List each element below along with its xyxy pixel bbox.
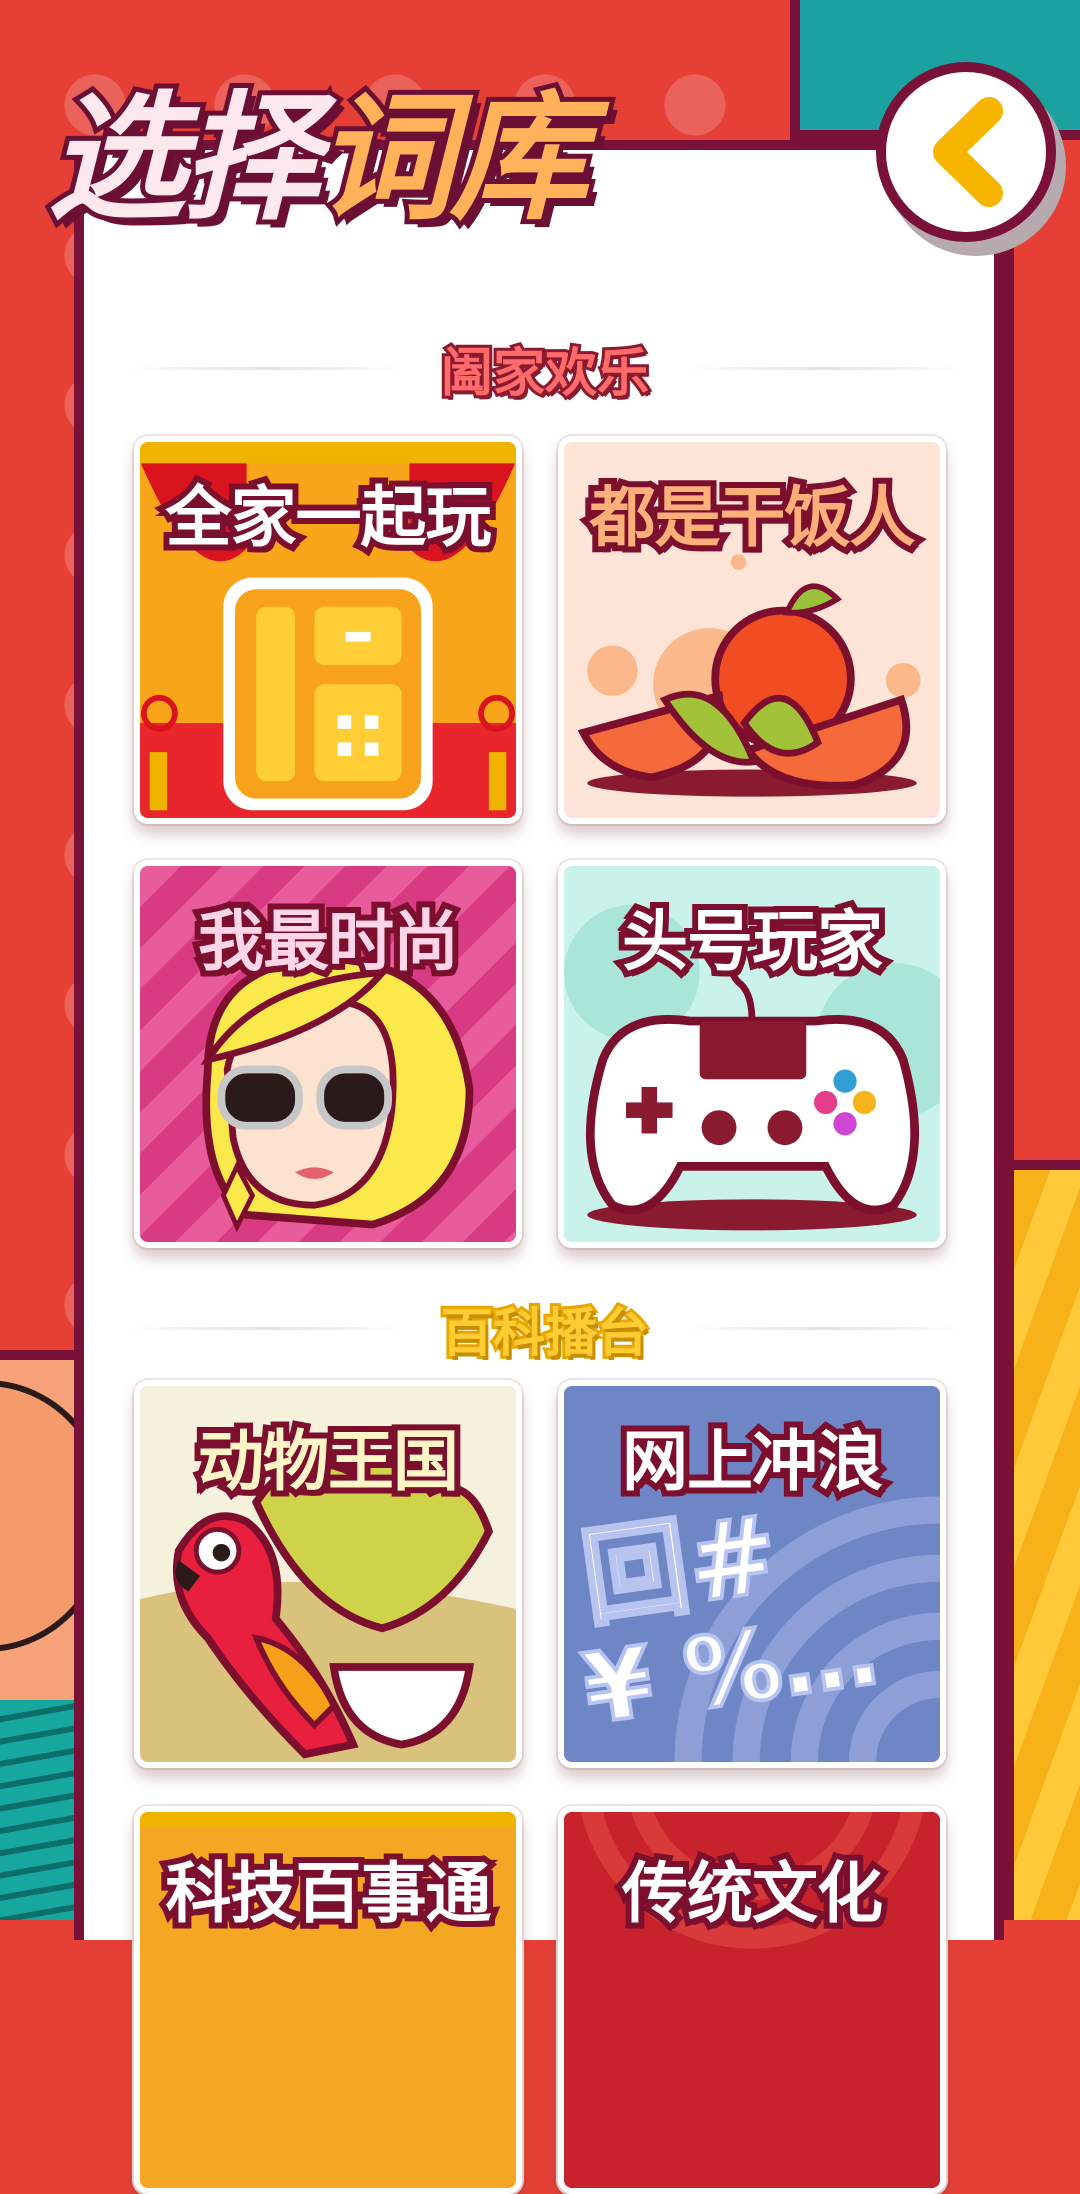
background-left-pattern	[0, 1350, 80, 1920]
card-label: 科技百事通	[160, 1849, 498, 1938]
section-heading-family: 阖家欢乐	[120, 338, 971, 407]
card-label: 都是干饭人	[584, 473, 922, 562]
card-traditional-culture[interactable]: 传统文化	[558, 1806, 946, 2194]
section-title: 阖家欢乐	[438, 341, 652, 407]
card-fashion[interactable]: 我最时尚	[134, 860, 522, 1248]
card-foodie[interactable]: 都是干饭人	[558, 436, 946, 824]
page-title-part2: 词库	[311, 78, 593, 239]
background-stripes	[1004, 1170, 1080, 1920]
section-title: 百科播台	[438, 1301, 652, 1367]
card-tech-expert[interactable]: 科技百事通	[134, 1806, 522, 2194]
card-internet-surfing[interactable]: 回# ¥ %… 网上冲浪	[558, 1380, 946, 1768]
card-gamer[interactable]: 头号玩家	[558, 860, 946, 1248]
section-heading-encyclopedia: 百科播台	[120, 1298, 971, 1367]
chevron-left-icon	[933, 97, 1003, 207]
page-title: 选择词库	[43, 85, 593, 233]
card-label: 网上冲浪	[616, 1417, 889, 1506]
background-right-block	[1004, 240, 1080, 1170]
card-family-play[interactable]: 全家一起玩	[134, 436, 522, 824]
card-label: 头号玩家	[616, 897, 889, 986]
card-label: 我最时尚	[192, 897, 465, 986]
card-label: 动物王国	[192, 1417, 465, 1506]
back-button[interactable]	[876, 62, 1056, 242]
card-label: 全家一起玩	[160, 473, 498, 562]
card-label: 传统文化	[616, 1849, 889, 1938]
card-animal-kingdom[interactable]: 动物王国	[134, 1380, 522, 1768]
page-title-part1: 选择	[43, 78, 325, 239]
